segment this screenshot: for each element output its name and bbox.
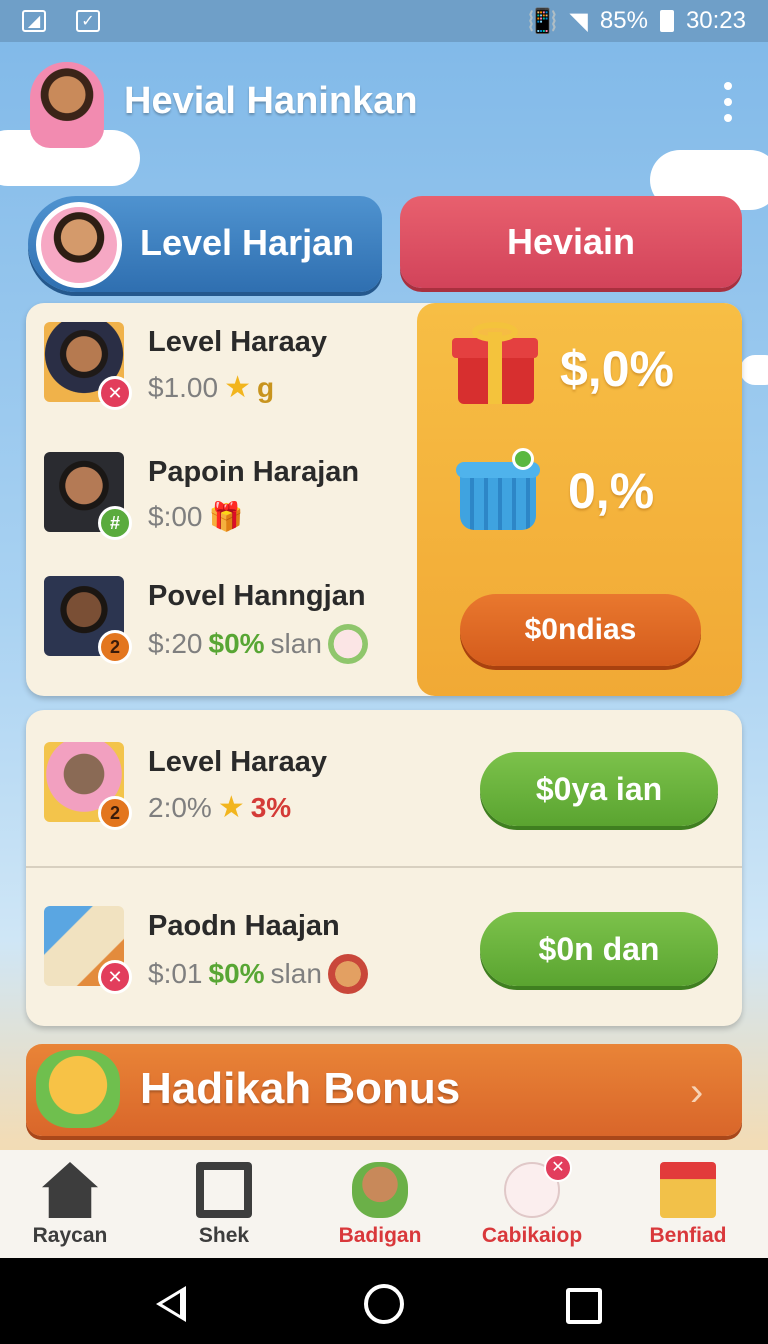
- divider: [26, 866, 742, 868]
- item-suffix: slan: [270, 958, 322, 989]
- item-stats: $:01 $0% slan: [148, 954, 368, 994]
- reward-value-2: 0,%: [568, 463, 655, 519]
- nav-item-raycan[interactable]: Raycan: [0, 1156, 140, 1254]
- claim-button[interactable]: $0ndias: [460, 594, 701, 666]
- chevron-right-icon[interactable]: ›: [690, 1070, 703, 1115]
- list-item[interactable]: # Papoin Harajan $:00 🎁: [44, 452, 404, 540]
- nav-label: Raycan: [32, 1224, 108, 1247]
- number-badge-icon: 2: [98, 796, 132, 830]
- cloud-decoration: [740, 355, 768, 385]
- list-item[interactable]: 2 Level Haraay 2:0% ★ 3%: [44, 742, 404, 830]
- item-stats: $:00 🎁: [148, 500, 243, 533]
- status-bar: ◢ ✓ 📳 ◥ 85% 30:23: [0, 0, 768, 42]
- clock: 30:23: [685, 7, 746, 34]
- gift-icon: [452, 322, 538, 406]
- battery-level: 85%: [599, 7, 648, 34]
- action-button[interactable]: $0n dan: [480, 912, 718, 986]
- nav-item-badigan[interactable]: Badigan: [310, 1156, 450, 1254]
- bonus-label: Hadikah Bonus: [140, 1064, 461, 1113]
- item-percent: $0%: [208, 628, 265, 659]
- image-notification-icon: ◢: [22, 10, 46, 32]
- number-badge-icon: 2: [98, 630, 132, 664]
- overflow-menu-icon[interactable]: [718, 82, 738, 122]
- mascot-avatar: [30, 62, 104, 148]
- nav-label: Cabikaiop: [481, 1224, 583, 1247]
- item-percent: 3%: [250, 791, 292, 823]
- bonus-mascot-icon: [36, 1050, 120, 1128]
- vibrate-icon: 📳: [527, 7, 558, 35]
- list-item[interactable]: 2 Povel Hanngjan $:20 $0% slan: [44, 576, 404, 664]
- item-name: Level Haraay: [148, 326, 327, 358]
- item-name: Povel Hanngjan: [148, 580, 366, 612]
- app-title: Hevial Haninkan: [124, 80, 418, 122]
- nav-item-shek[interactable]: Shek: [154, 1156, 294, 1254]
- item-extra: g: [256, 371, 275, 403]
- item-name: Paodn Haajan: [148, 910, 340, 942]
- item-value: $1.00: [148, 371, 219, 403]
- back-icon[interactable]: [156, 1286, 186, 1322]
- nav-item-cabikaiop[interactable]: ✕ Cabikaiop: [462, 1154, 602, 1254]
- item-name: Level Haraay: [148, 746, 327, 778]
- gift-box-icon: 🎁: [208, 501, 244, 532]
- list-item[interactable]: ✕ Paodn Haajan $:01 $0% slan: [44, 906, 404, 994]
- recent-apps-icon[interactable]: [566, 1288, 602, 1324]
- cat-mascot-icon: [327, 624, 368, 664]
- star-icon: ★: [217, 791, 245, 824]
- profile-avatar[interactable]: [36, 202, 122, 288]
- item-value: 2:0%: [148, 791, 212, 823]
- hash-badge-icon: #: [98, 506, 132, 540]
- item-suffix: slan: [270, 628, 322, 659]
- nav-item-benfiad[interactable]: Benfiad: [618, 1156, 758, 1254]
- basket-icon: [456, 448, 540, 532]
- star-icon: ★: [224, 371, 251, 404]
- battery-icon: [659, 10, 674, 32]
- item-stats: $1.00 ★ g: [148, 370, 274, 405]
- ribbon-medal-icon: [327, 954, 368, 994]
- item-value: $:20: [148, 628, 203, 659]
- item-stats: 2:0% ★ 3%: [148, 790, 291, 825]
- item-percent: $0%: [208, 958, 265, 989]
- photo-icon: [196, 1162, 252, 1218]
- reward-value-1: $,0%: [560, 341, 674, 397]
- gift-icon: [660, 1162, 716, 1218]
- close-badge-icon[interactable]: ✕: [98, 960, 132, 994]
- app-header: Hevial Haninkan: [0, 50, 768, 160]
- close-badge-icon[interactable]: ✕: [98, 376, 132, 410]
- wifi-icon: ◥: [569, 7, 588, 35]
- close-badge-icon[interactable]: ✕: [544, 1154, 572, 1182]
- home-icon: [42, 1162, 98, 1218]
- tab-heviain[interactable]: Heviain: [400, 196, 742, 288]
- item-name: Papoin Harajan: [148, 456, 360, 488]
- action-button[interactable]: $0ya ian: [480, 752, 718, 826]
- list-item[interactable]: ✕ Level Haraay $1.00 ★ g: [44, 322, 404, 410]
- nav-label: Shek: [198, 1224, 250, 1247]
- item-stats: $:20 $0% slan: [148, 624, 368, 664]
- nav-label: Badigan: [338, 1224, 422, 1247]
- tab-level-label: Level Harjan: [140, 222, 355, 263]
- home-button-icon[interactable]: [364, 1284, 404, 1324]
- nav-label: Benfiad: [649, 1224, 727, 1247]
- tab-level[interactable]: Level Harjan: [28, 196, 382, 292]
- item-value: $:00: [148, 500, 203, 532]
- bear-icon: [352, 1162, 408, 1218]
- cat-icon: ✕: [504, 1154, 572, 1218]
- check-notification-icon: ✓: [76, 10, 100, 32]
- item-value: $:01: [148, 958, 203, 989]
